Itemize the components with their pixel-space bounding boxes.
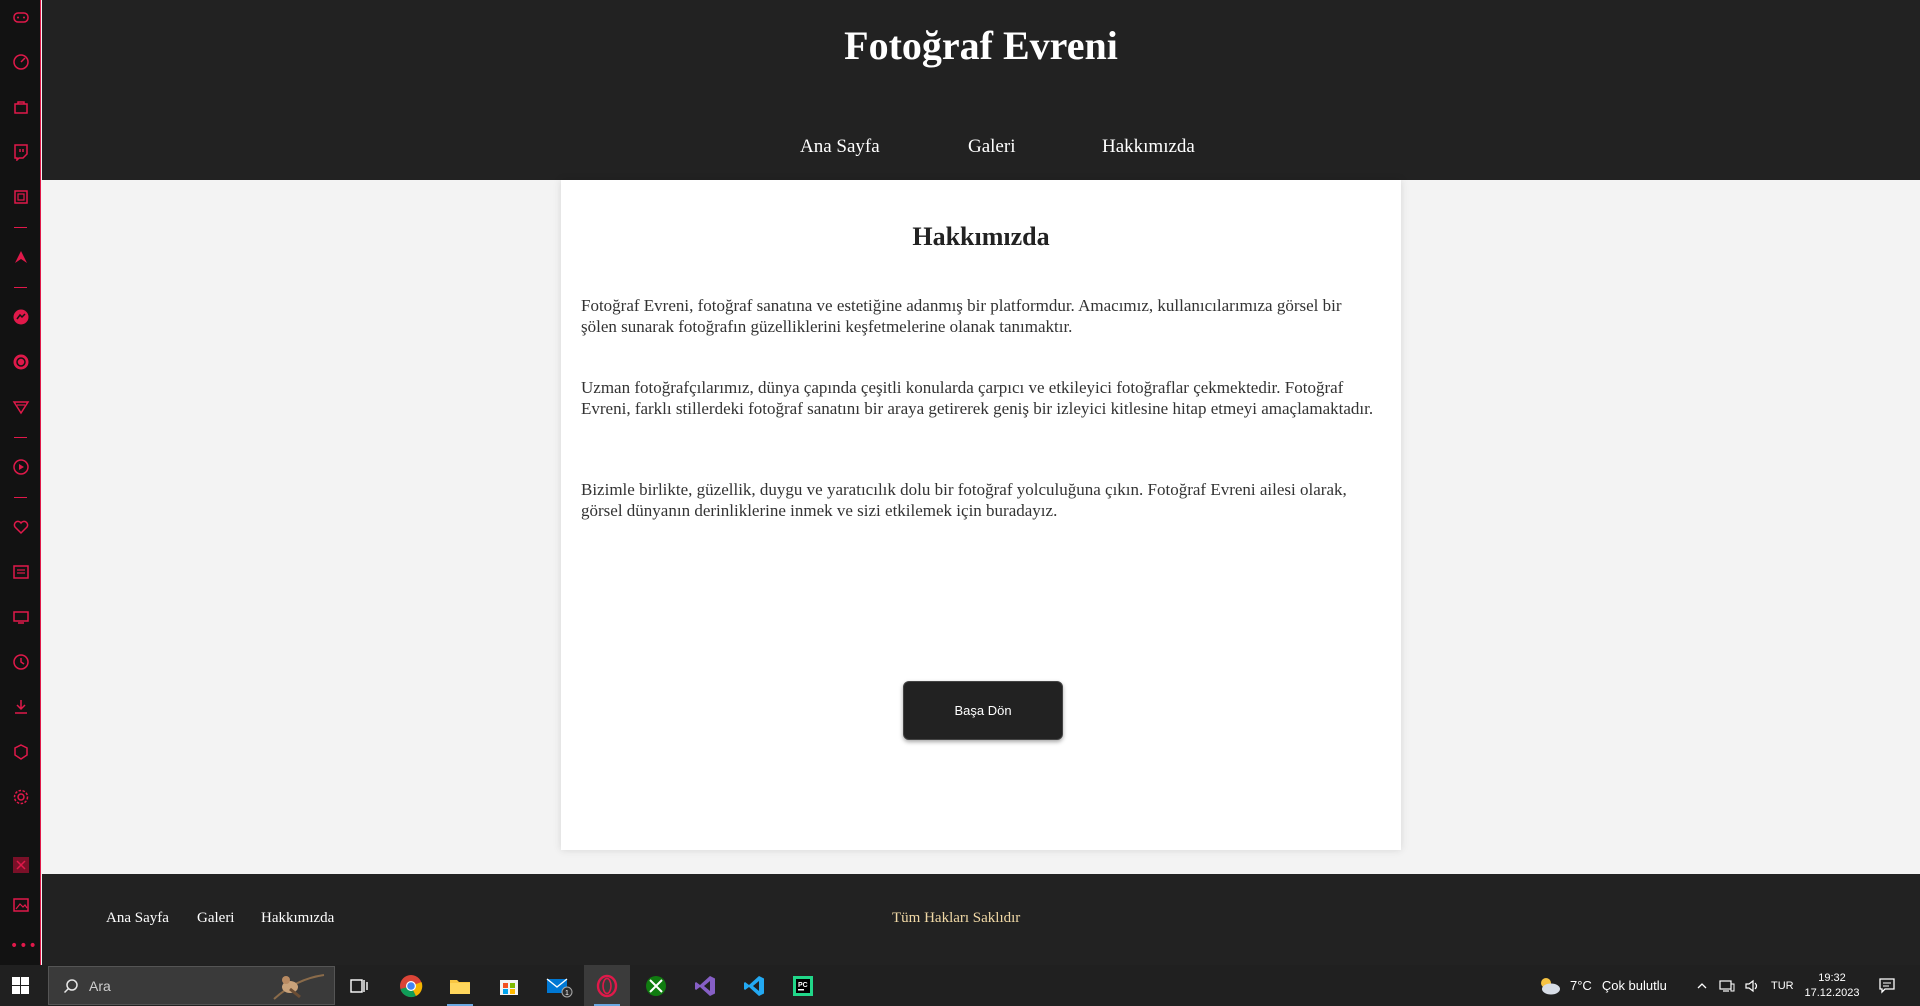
browser-sidebar: •••: [0, 0, 41, 965]
mail-icon[interactable]: 1: [536, 965, 582, 1006]
weather-description: Çok bulutlu: [1601, 978, 1667, 993]
search-placeholder: Ara: [89, 978, 111, 994]
microsoft-store-icon[interactable]: [486, 965, 532, 1006]
history-icon[interactable]: [10, 651, 31, 672]
gx-controller-icon[interactable]: [10, 6, 31, 27]
gx-corner-bag-icon[interactable]: [10, 96, 31, 117]
downloads-icon[interactable]: [10, 696, 31, 717]
back-to-top-button[interactable]: Başa Dön: [903, 681, 1063, 740]
clock[interactable]: 19:32 17.12.2023: [1804, 965, 1860, 1006]
svg-text:PC: PC: [798, 982, 808, 989]
gallery-icon[interactable]: [10, 894, 31, 915]
chrome-icon[interactable]: [388, 965, 434, 1006]
clock-time: 19:32: [1818, 971, 1846, 984]
more-options-icon[interactable]: •••: [10, 938, 37, 954]
site-footer: Ana Sayfa Galeri Hakkımızda Tüm Hakları …: [42, 874, 1920, 965]
notification-center-icon[interactable]: [1878, 965, 1896, 1006]
cloudy-weather-icon: [1541, 977, 1560, 994]
sidebar-divider: [14, 287, 27, 288]
sidebar-divider: [14, 497, 27, 498]
file-explorer-icon[interactable]: [437, 965, 483, 1006]
gx-control-speed-icon[interactable]: [10, 51, 31, 72]
site-title: Fotoğraf Evreni: [844, 23, 1118, 68]
windows-start-icon[interactable]: [12, 977, 29, 994]
site-header: Fotoğraf Evreni Ana Sayfa Galeri Hakkımı…: [42, 0, 1920, 180]
sidebar-divider: [14, 227, 27, 228]
sidebar-divider: [14, 437, 27, 438]
vscode-icon[interactable]: [731, 965, 777, 1006]
tabs-icon[interactable]: [10, 606, 31, 627]
footer-copyright: Tüm Hakları Saklıdır: [892, 910, 1021, 926]
twitch-icon[interactable]: [10, 141, 31, 162]
input-language[interactable]: TUR: [1771, 965, 1794, 1006]
gx-cleaner-icon[interactable]: [10, 854, 31, 875]
footer-link-home[interactable]: Ana Sayfa: [106, 910, 169, 927]
about-card: Hakkımızda Fotoğraf Evreni, fotoğraf san…: [561, 180, 1401, 850]
messenger-icon[interactable]: [10, 306, 31, 327]
pycharm-icon[interactable]: PC: [780, 965, 826, 1006]
windows-taskbar: Ara 1 PC 7°C Çok bulutlu TUR 19:32 17.12…: [0, 965, 1920, 1006]
page: Fotoğraf Evreni Ana Sayfa Galeri Hakkımı…: [42, 0, 1920, 965]
xbox-icon[interactable]: [633, 965, 679, 1006]
chip-icon[interactable]: [10, 186, 31, 207]
news-icon[interactable]: [10, 561, 31, 582]
about-paragraph: Bizimle birlikte, güzellik, duygu ve yar…: [581, 480, 1347, 520]
vk-icon[interactable]: [10, 396, 31, 417]
weather-widget[interactable]: 7°C Çok bulutlu: [1536, 965, 1667, 1006]
clock-date: 17.12.2023: [1804, 986, 1860, 999]
taskbar-search-box[interactable]: Ara: [48, 966, 335, 1005]
about-heading: Hakkımızda: [912, 222, 1050, 251]
volume-icon[interactable]: [1744, 965, 1760, 1006]
network-icon[interactable]: [1719, 965, 1735, 1006]
aria-ai-icon[interactable]: [10, 246, 31, 267]
settings-gear-icon[interactable]: [10, 786, 31, 807]
task-view-icon[interactable]: [336, 965, 382, 1006]
footer-link-gallery[interactable]: Galeri: [197, 910, 234, 927]
visual-studio-icon[interactable]: [682, 965, 728, 1006]
footer-link-about[interactable]: Hakkımızda: [261, 910, 334, 927]
about-paragraph: Fotoğraf Evreni, fotoğraf sanatına ve es…: [581, 296, 1342, 336]
show-hidden-icons-chevron-icon[interactable]: [1696, 965, 1708, 1006]
about-paragraph: Uzman fotoğrafçılarımız, dünya çapında ç…: [581, 378, 1374, 418]
search-highlight-bird-icon: [266, 969, 328, 1004]
whatsapp-icon[interactable]: [10, 351, 31, 372]
heart-icon[interactable]: [10, 516, 31, 537]
weather-temperature: 7°C: [1570, 978, 1592, 993]
mail-badge: 1: [565, 990, 569, 997]
nav-link-gallery[interactable]: Galeri: [968, 136, 1015, 158]
nav-link-home[interactable]: Ana Sayfa: [800, 136, 880, 158]
extensions-icon[interactable]: [10, 741, 31, 762]
search-icon: [63, 978, 79, 994]
nav-link-about[interactable]: Hakkımızda: [1102, 136, 1195, 158]
opera-gx-icon[interactable]: [584, 965, 630, 1006]
player-icon[interactable]: [10, 456, 31, 477]
